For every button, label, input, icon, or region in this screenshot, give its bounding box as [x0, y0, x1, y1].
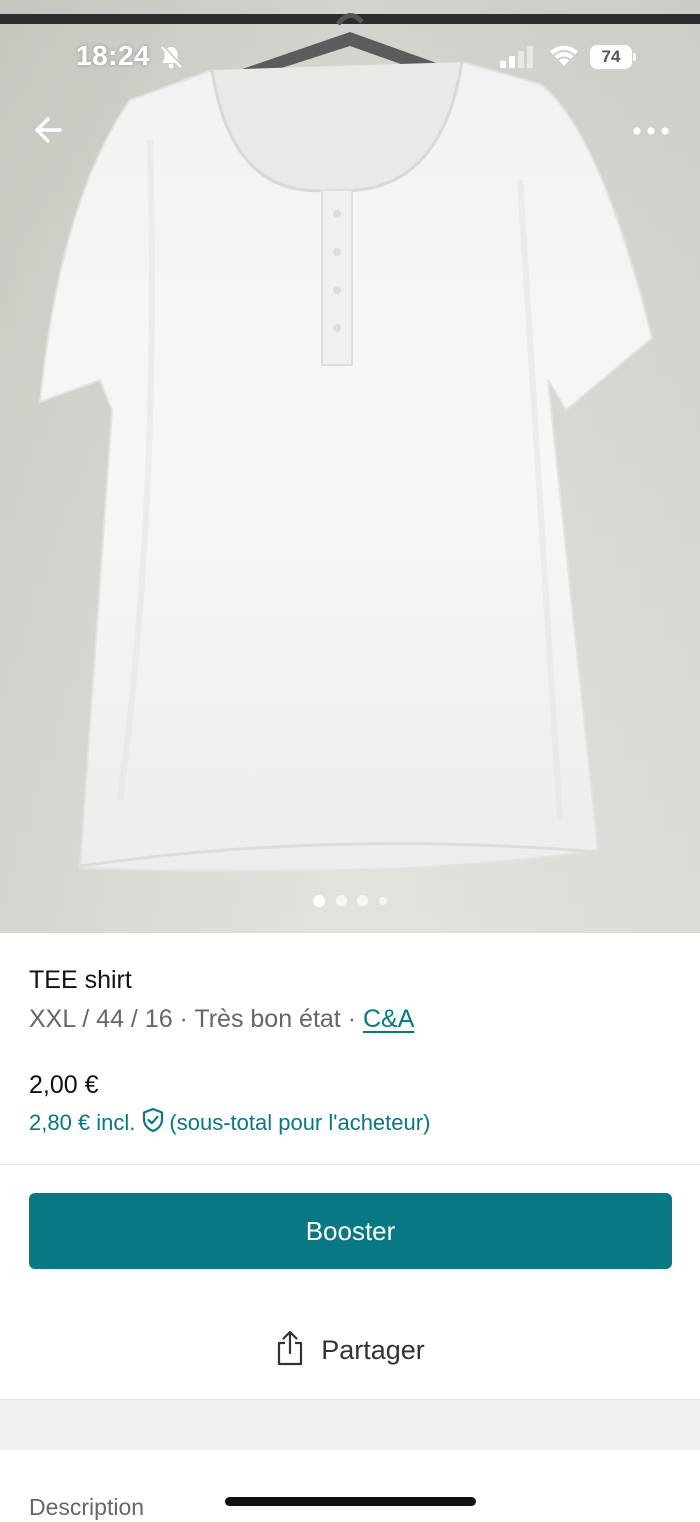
item-photo[interactable]: 18:24 74 [0, 0, 700, 933]
tshirt-photo-image [0, 0, 700, 933]
arrow-left-icon [28, 117, 72, 154]
item-info: TEE shirt XXL / 44 / 16 · Très bon état … [0, 933, 700, 1165]
more-options-button[interactable] [626, 116, 676, 146]
share-label: Partager [321, 1334, 425, 1365]
wifi-icon [548, 44, 580, 73]
home-indicator[interactable] [225, 1497, 476, 1506]
item-size-condition: XXL / 44 / 16 · Très bon état · [29, 1005, 363, 1033]
buyer-price-note: (sous-total pour l'acheteur) [169, 1110, 431, 1135]
gallery-pagination [0, 892, 700, 907]
bell-slash-icon [158, 44, 184, 75]
booster-button[interactable]: Booster [29, 1193, 672, 1269]
battery-icon: 74 [590, 45, 636, 69]
status-bar: 18:24 74 [0, 0, 700, 110]
pagination-dot-4[interactable] [378, 896, 387, 905]
share-icon [275, 1330, 305, 1371]
back-button[interactable] [28, 110, 72, 150]
status-time: 18:24 [76, 40, 151, 71]
pagination-dot-2[interactable] [335, 895, 347, 907]
shield-check-icon [141, 1107, 165, 1139]
pagination-dot-3[interactable] [357, 895, 369, 907]
section-gap [0, 1400, 700, 1450]
item-details: XXL / 44 / 16 · Très bon état · C&A [29, 1005, 414, 1034]
brand-link[interactable]: C&A [363, 1005, 414, 1033]
battery-level: 74 [590, 45, 632, 69]
description-label: Description [29, 1494, 145, 1520]
buyer-price-amount: 2,80 € incl. [29, 1110, 136, 1135]
item-page: 18:24 74 TEE shirt XXL / 44 / 16 · Très … [0, 0, 700, 1522]
item-title: TEE shirt [29, 966, 132, 994]
signal-icon [500, 46, 536, 73]
pagination-dot-1[interactable] [313, 894, 326, 907]
more-horizontal-icon [626, 127, 676, 150]
buyer-price[interactable]: 2,80 € incl. (sous-total pour l'acheteur… [29, 1107, 430, 1139]
share-button[interactable]: Partager [0, 1310, 700, 1390]
item-price: 2,00 € [29, 1071, 99, 1099]
